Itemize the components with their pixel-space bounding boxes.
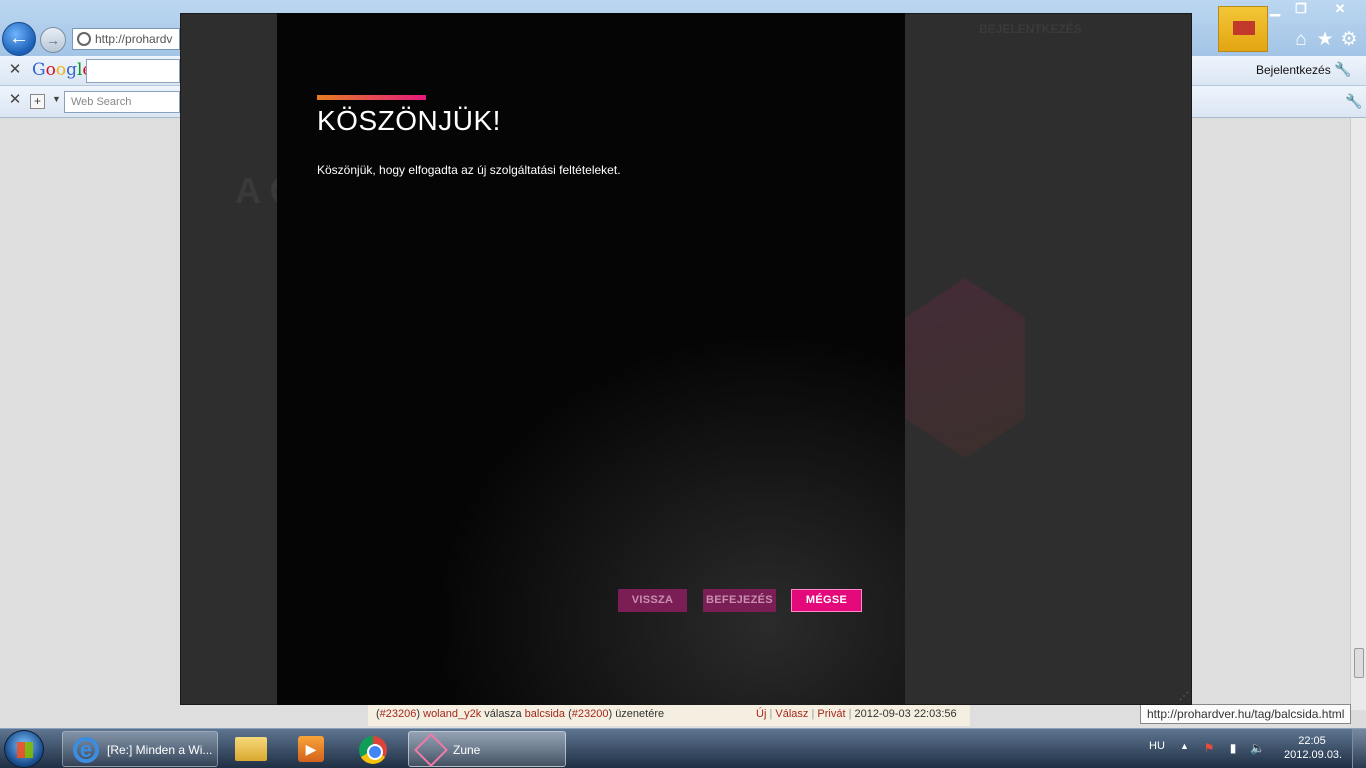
signin-link[interactable]: Bejelentkezés [1256, 63, 1331, 77]
home-icon[interactable]: ⌂ [1291, 30, 1311, 50]
page-icon [77, 32, 91, 46]
user-link[interactable]: balcsida [525, 708, 565, 720]
page-scrollbar[interactable] [1350, 118, 1366, 710]
show-desktop-button[interactable] [1352, 729, 1366, 768]
forward-button[interactable]: → [40, 27, 66, 53]
taskbar-item-ie[interactable]: e [Re:] Minden a Wi... [62, 731, 218, 767]
new-link[interactable]: Új [756, 708, 766, 720]
dropdown-arrow-icon[interactable]: ▼ [52, 94, 61, 104]
language-indicator[interactable]: HU [1149, 740, 1165, 752]
dialog-message: Köszönjük, hogy elfogadta az új szolgált… [317, 163, 621, 177]
websearch-input[interactable]: Web Search [64, 91, 180, 113]
taskbar-item-media-player[interactable]: ▶ [286, 731, 336, 767]
minimize-button[interactable]: ▁ [1262, 0, 1288, 18]
close-window-button[interactable]: ✕ [1326, 0, 1354, 18]
chrome-icon [359, 736, 387, 764]
reply-text: üzenetére [615, 708, 665, 720]
clock[interactable]: 22:05 2012.09.03. [1284, 734, 1343, 762]
background-window-thumbnail [1218, 6, 1268, 52]
finish-button[interactable]: BEFEJEZÉS [703, 589, 776, 612]
taskbar-item-label: Zune [453, 743, 481, 757]
show-hidden-icons-icon[interactable]: ▲ [1180, 741, 1189, 751]
close-toolbar-icon[interactable]: ✕ [8, 62, 22, 78]
user-link[interactable]: woland_y2k [423, 708, 481, 720]
add-icon[interactable]: + [30, 94, 45, 109]
status-url-tooltip: http://prohardver.hu/tag/balcsida.html [1140, 704, 1352, 724]
back-button[interactable]: ← [2, 22, 36, 56]
post-datetime: 2012-09-03 22:03:56 [854, 708, 957, 720]
reply-text: válasza [484, 708, 522, 720]
taskbar-item-zune[interactable]: Zune [408, 731, 566, 767]
taskbar-item-explorer[interactable] [226, 731, 276, 767]
media-player-icon: ▶ [298, 736, 324, 762]
background-login-label: BEJELENTKEZÉS [979, 22, 1082, 36]
wrench-icon[interactable]: 🔧 [1345, 93, 1362, 110]
gear-icon[interactable]: ⚙ [1339, 30, 1359, 50]
zune-icon [414, 733, 448, 767]
post-id-link[interactable]: #23206 [380, 708, 417, 720]
action-center-icon[interactable]: ⚑ [1202, 741, 1216, 755]
cancel-button[interactable]: MÉGSE [791, 589, 862, 612]
background-cube-graphic [905, 278, 1025, 458]
resize-grip-icon[interactable]: ⋰ [1179, 692, 1189, 702]
taskbar-item-chrome[interactable] [348, 731, 398, 767]
clock-date: 2012.09.03. [1284, 749, 1343, 761]
start-button[interactable] [4, 730, 44, 768]
taskbar-item-label: [Re:] Minden a Wi... [107, 743, 213, 757]
windows-logo-icon [17, 742, 33, 758]
wrench-icon[interactable]: 🔧 [1334, 61, 1351, 78]
address-url: http://prohardv [95, 32, 173, 46]
post-id-link[interactable]: #23200 [572, 708, 609, 720]
restore-button[interactable]: ❐ [1288, 0, 1314, 18]
accent-bar [317, 95, 426, 100]
close-toolbar-icon[interactable]: ✕ [8, 92, 22, 108]
forum-reply-strip: (#23206) woland_y2k válasza balcsida (#2… [368, 704, 970, 726]
scrollbar-thumb[interactable] [1354, 648, 1364, 678]
favorites-star-icon[interactable]: ★ [1315, 30, 1335, 50]
google-logo: Google [32, 60, 92, 80]
address-bar[interactable]: http://prohardv [72, 28, 180, 50]
taskbar: e [Re:] Minden a Wi... ▶ Zune HU ▲ ⚑ ▮ 🔈… [0, 728, 1366, 768]
network-icon[interactable]: ▮ [1226, 741, 1240, 755]
back-button[interactable]: VISSZA [618, 589, 687, 612]
clock-time: 22:05 [1298, 735, 1326, 747]
private-link[interactable]: Privát [817, 708, 845, 720]
google-search-input[interactable] [86, 59, 180, 83]
folder-icon [235, 737, 267, 761]
internet-explorer-icon: e [73, 737, 99, 763]
dialog-title: KÖSZÖNJÜK! [317, 105, 501, 136]
volume-icon[interactable]: 🔈 [1250, 741, 1265, 755]
dialog-panel: KÖSZÖNJÜK! Köszönjük, hogy elfogadta az … [277, 13, 905, 705]
reply-link[interactable]: Válasz [775, 708, 808, 720]
